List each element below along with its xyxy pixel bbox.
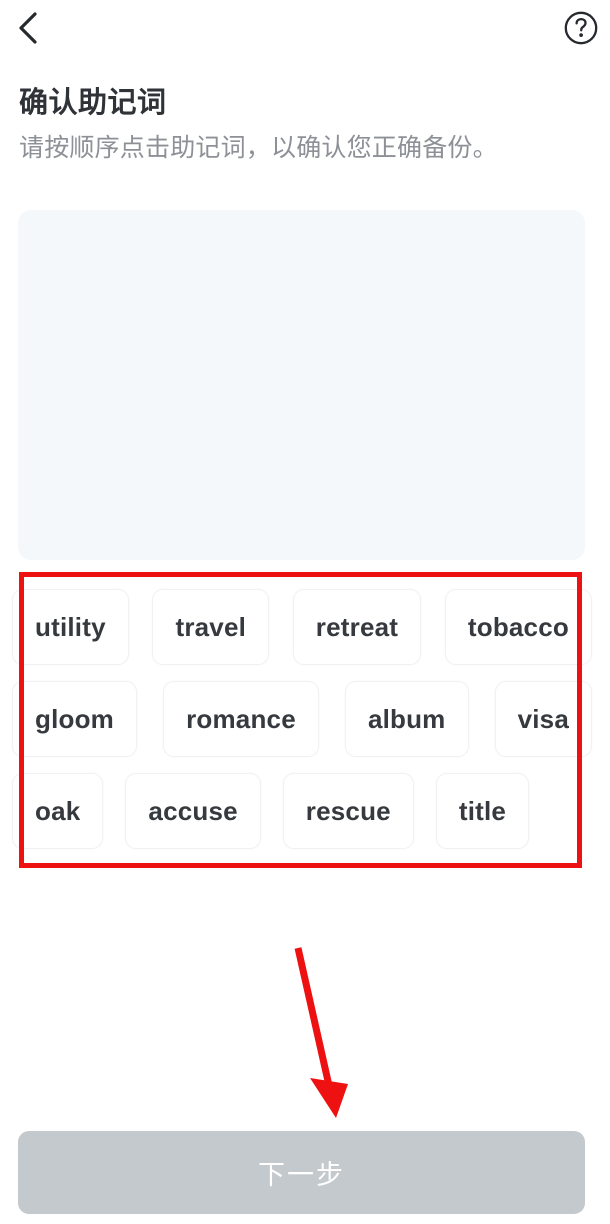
word-chip[interactable]: gloom xyxy=(12,681,137,757)
question-mark-circle-icon xyxy=(563,10,599,46)
page-title: 确认助记词 xyxy=(19,87,167,119)
chevron-left-icon xyxy=(15,11,41,45)
word-chip[interactable]: utility xyxy=(12,589,129,665)
word-chip[interactable]: travel xyxy=(152,589,270,665)
word-chip[interactable]: romance xyxy=(163,681,319,757)
top-bar xyxy=(0,0,610,58)
word-chip[interactable]: accuse xyxy=(125,773,261,849)
word-bank: utility travel retreat tobacco gloom rom… xyxy=(12,588,592,864)
annotation-arrow xyxy=(270,930,380,1130)
word-chip[interactable]: visa xyxy=(494,681,592,757)
word-bank-row: utility travel retreat tobacco xyxy=(12,588,592,666)
word-chip[interactable]: album xyxy=(344,681,469,757)
help-button[interactable] xyxy=(562,9,600,47)
word-chip[interactable]: title xyxy=(435,773,530,849)
page-subtitle: 请按顺序点击助记词，以确认您正确备份。 xyxy=(19,134,498,162)
word-chip[interactable]: rescue xyxy=(282,773,414,849)
word-chip[interactable]: tobacco xyxy=(444,589,592,665)
word-bank-row: oak accuse rescue title xyxy=(12,772,592,850)
next-button[interactable]: 下一步 xyxy=(18,1131,585,1214)
word-chip[interactable]: oak xyxy=(12,773,104,849)
back-button[interactable] xyxy=(4,2,52,54)
word-bank-row: gloom romance album visa xyxy=(12,680,592,758)
selected-words-panel[interactable] xyxy=(18,210,585,560)
word-chip[interactable]: retreat xyxy=(292,589,422,665)
